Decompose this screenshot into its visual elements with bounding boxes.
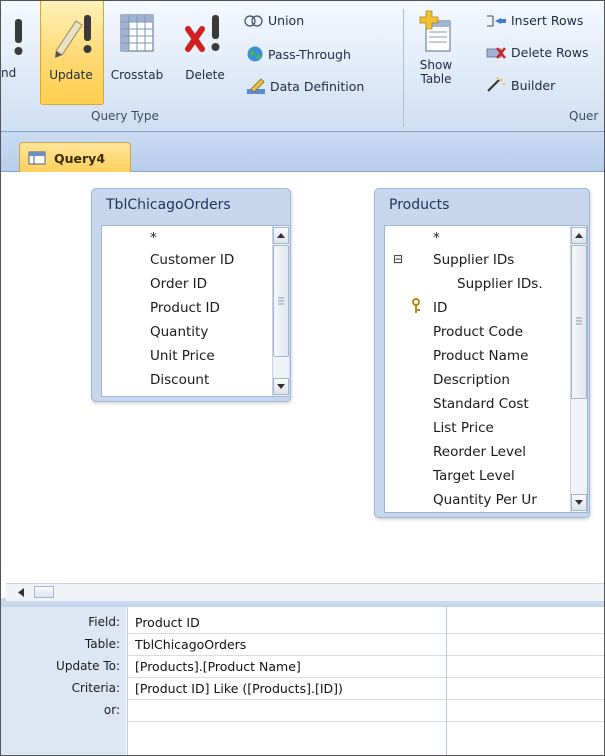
scroll-grip-icon [278, 297, 284, 305]
grid-row-labels: Field: Table: Update To: Criteria: or: [1, 607, 126, 755]
show-table-label-line1: Show [419, 58, 453, 72]
query-design-grid[interactable]: Field: Table: Update To: Criteria: or: P… [1, 604, 604, 755]
tab-query4[interactable]: Query4 [19, 142, 131, 173]
field-list-scrollbar[interactable] [272, 226, 289, 396]
data-definition-label: Data Definition [270, 78, 365, 94]
data-definition-pencil-icon [247, 78, 265, 94]
field-item[interactable]: Product Name [433, 348, 528, 364]
delete-rows-button[interactable]: Delete Rows [485, 45, 589, 60]
field-list-body[interactable]: * Customer ID Order ID Product ID Quanti… [101, 225, 289, 397]
field-list-title: Products [389, 197, 450, 213]
field-item[interactable]: Product Code [433, 324, 523, 340]
grid-label-criteria: Criteria: [71, 681, 120, 695]
tab-query4-label: Query4 [54, 150, 106, 166]
delete-query-button[interactable]: Delete [177, 9, 233, 82]
field-list-body[interactable]: * ⊟ Supplier IDs Supplier IDs. ID Produc… [384, 225, 588, 513]
field-item[interactable]: Supplier IDs. [457, 276, 543, 292]
union-query-button[interactable]: Union [244, 13, 304, 28]
data-definition-query-button[interactable]: Data Definition [246, 77, 364, 95]
field-item[interactable]: List Price [433, 420, 494, 436]
field-item[interactable]: Target Level [433, 468, 515, 484]
field-item[interactable]: Unit Price [150, 348, 215, 364]
field-item[interactable]: Supplier IDs [433, 252, 514, 268]
field-list-title: TblChicagoOrders [106, 197, 231, 213]
crosstab-query-button[interactable]: Crosstab [105, 9, 169, 82]
primary-key-icon [411, 298, 421, 318]
update-button-label: Update [49, 68, 93, 82]
crosstab-grid-icon [120, 14, 154, 52]
insert-rows-icon [487, 15, 506, 26]
pass-through-label: Pass-Through [268, 46, 351, 62]
query-type-group-label: Query Type [91, 109, 159, 123]
delete-button-label: Delete [185, 68, 225, 82]
scroll-thumb[interactable] [571, 245, 587, 399]
canvas-horizontal-scrollbar[interactable] [6, 583, 604, 601]
field-item[interactable]: Reorder Level [433, 444, 526, 460]
update-query-button[interactable]: Update [41, 9, 101, 82]
grid-label-table: Table: [84, 637, 120, 651]
field-list-tblchicagoorders[interactable]: TblChicagoOrders * Customer ID Order ID … [91, 188, 291, 402]
field-item[interactable]: Customer ID [150, 252, 234, 268]
show-table-button[interactable]: Show Table [411, 7, 461, 86]
pass-through-query-button[interactable]: Pass-Through [246, 45, 351, 63]
field-item[interactable]: Quantity [150, 324, 208, 340]
builder-label: Builder [511, 77, 556, 93]
scroll-up-button[interactable] [273, 227, 289, 244]
grid-cell-criteria[interactable]: [Product ID] Like ([Products].[ID]) [135, 681, 343, 696]
scroll-down-button[interactable] [273, 378, 289, 395]
delete-x-icon [185, 15, 220, 52]
update-pencil-icon [55, 15, 92, 58]
query-design-icon [28, 151, 46, 165]
grid-cell-table[interactable]: TblChicagoOrders [135, 637, 246, 652]
append-button[interactable]: nd [1, 11, 39, 80]
scroll-up-arrow-icon [575, 233, 583, 238]
field-item[interactable]: Product ID [150, 300, 220, 316]
builder-wand-icon [487, 77, 506, 92]
field-item[interactable]: Order ID [150, 276, 207, 292]
field-list-scrollbar[interactable] [570, 226, 587, 512]
builder-button[interactable]: Builder [485, 77, 555, 93]
query-setup-group-label: Quer [569, 109, 599, 123]
grid-label-field: Field: [88, 615, 120, 629]
grid-label-update-to: Update To: [56, 659, 120, 673]
grid-column-1[interactable]: Product ID TblChicagoOrders [Products].[… [127, 607, 447, 755]
field-item[interactable]: * [150, 230, 157, 246]
field-item[interactable]: Description [433, 372, 510, 388]
scroll-grip-icon [576, 317, 582, 325]
append-button-label: nd [1, 66, 17, 80]
show-table-icon [419, 10, 451, 52]
field-item[interactable]: * [433, 230, 440, 246]
delete-rows-label: Delete Rows [511, 45, 589, 60]
ribbon-group-separator [403, 9, 404, 127]
grid-cell-update-to[interactable]: [Products].[Product Name] [135, 659, 301, 674]
field-item[interactable]: Standard Cost [433, 396, 529, 412]
scroll-up-button[interactable] [571, 227, 587, 244]
scroll-thumb[interactable] [273, 245, 289, 357]
crosstab-button-label: Crosstab [110, 68, 164, 82]
grid-cell-field[interactable]: Product ID [135, 615, 200, 630]
field-list-products[interactable]: Products * ⊟ Supplier IDs Supplier IDs. … [374, 188, 590, 518]
insert-rows-button[interactable]: Insert Rows [485, 13, 583, 28]
grid-label-or: or: [103, 703, 120, 717]
insert-rows-label: Insert Rows [511, 13, 584, 28]
scroll-down-button[interactable] [571, 494, 587, 511]
scroll-thumb[interactable] [34, 586, 54, 598]
scroll-down-arrow-icon [277, 384, 285, 389]
show-table-label-line2: Table [420, 72, 452, 86]
scroll-left-arrow-icon[interactable] [14, 586, 28, 599]
access-window: nd Update Crosstab Delete Union Pass-Thr… [0, 0, 605, 756]
union-label: Union [268, 13, 305, 28]
field-item[interactable]: Discount [150, 372, 209, 388]
field-item[interactable]: ID [433, 300, 447, 316]
field-item[interactable]: Quantity Per Ur [433, 492, 555, 508]
collapse-toggle-icon[interactable]: ⊟ [393, 252, 403, 266]
union-rings-icon [244, 14, 263, 27]
ribbon: nd Update Crosstab Delete Union Pass-Thr… [1, 1, 604, 132]
query-design-canvas[interactable]: TblChicagoOrders * Customer ID Order ID … [1, 172, 604, 598]
scroll-down-arrow-icon [575, 500, 583, 505]
scroll-up-arrow-icon [277, 233, 285, 238]
exclamation-icon [14, 19, 23, 55]
globe-icon [247, 46, 263, 62]
delete-rows-icon [486, 46, 506, 59]
